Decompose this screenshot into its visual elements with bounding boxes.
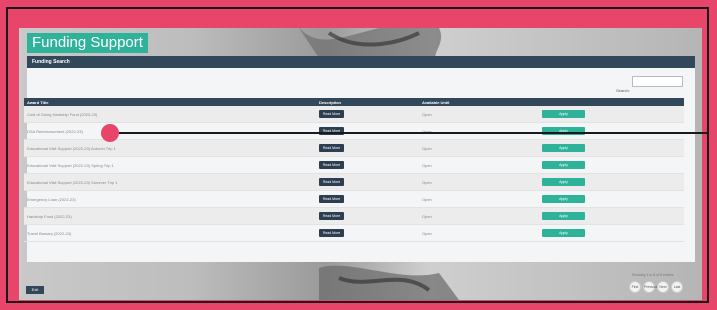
apply-button[interactable]: Apply — [542, 212, 585, 220]
availability: Open — [419, 173, 539, 191]
availability: Open — [419, 139, 539, 157]
availability: Open — [419, 156, 539, 174]
table-row: Travel Bursary (2022-23) Read More Open … — [24, 224, 684, 242]
read-more-button[interactable]: Read More — [319, 144, 344, 152]
exit-button[interactable]: Exit — [26, 286, 44, 294]
column-header-actions — [539, 98, 684, 106]
availability: Open — [419, 224, 539, 242]
read-more-button[interactable]: Read More — [319, 229, 344, 237]
table-row: DSA Reimbursement (2022-23) Read More Op… — [24, 122, 684, 140]
table-row: Emergency Loan (2022-23) Read More Open … — [24, 190, 684, 208]
award-title: Educational Visit Support (2022-23) Spri… — [24, 156, 316, 174]
entries-count: Showing 1 to 8 of 8 entries — [632, 273, 674, 277]
apply-button[interactable]: Apply — [542, 110, 585, 118]
table-row: Cost of Going Hardship Fund (2023-23) Re… — [24, 106, 684, 123]
pagination-first[interactable]: First — [629, 281, 641, 293]
award-title: Hardship Fund (2022-23) — [24, 207, 316, 225]
apply-button[interactable]: Apply — [542, 195, 585, 203]
award-title: DSA Reimbursement (2022-23) — [24, 122, 316, 140]
app-title: Funding Support — [27, 33, 148, 53]
table-header-row: Award Title Description Available Until — [24, 98, 684, 106]
column-header-available-until[interactable]: Available Until — [419, 98, 539, 106]
read-more-button[interactable]: Read More — [319, 110, 344, 118]
table-row: Educational Visit Support (2022-23) Autu… — [24, 139, 684, 157]
award-title: Educational Visit Support (2022-23) Autu… — [24, 139, 316, 157]
award-title: Emergency Loan (2022-23) — [24, 190, 316, 208]
panel-header: Funding Search — [27, 56, 695, 68]
read-more-button[interactable]: Read More — [319, 178, 344, 186]
read-more-button[interactable]: Read More — [319, 161, 344, 169]
award-title: Educational Visit Support (2022-23) Summ… — [24, 173, 316, 191]
read-more-button[interactable]: Read More — [319, 195, 344, 203]
read-more-button[interactable]: Read More — [319, 212, 344, 220]
column-header-award-title[interactable]: Award Title — [24, 98, 316, 106]
column-header-description[interactable]: Description — [316, 98, 419, 106]
award-title: Travel Bursary (2022-23) — [24, 224, 316, 242]
apply-button[interactable]: Apply — [542, 144, 585, 152]
pagination-previous[interactable]: Previous — [643, 281, 658, 293]
callout-dot — [101, 124, 119, 142]
awards-table: Award Title Description Available Until … — [24, 98, 684, 242]
search-input[interactable] — [632, 76, 683, 87]
pagination-next[interactable]: Next — [657, 281, 669, 293]
availability: Open — [419, 190, 539, 208]
apply-button[interactable]: Apply — [542, 229, 585, 237]
table-row: Educational Visit Support (2022-23) Summ… — [24, 173, 684, 191]
table-row: Hardship Fund (2022-23) Read More Open A… — [24, 207, 684, 225]
availability: Open — [419, 106, 539, 123]
table-row: Educational Visit Support (2022-23) Spri… — [24, 156, 684, 174]
pagination: First Previous Next Last — [629, 281, 683, 293]
pagination-last[interactable]: Last — [671, 281, 683, 293]
award-title: Cost of Going Hardship Fund (2023-23) — [24, 106, 316, 123]
availability: Open — [419, 122, 539, 140]
apply-button[interactable]: Apply — [542, 161, 585, 169]
app-screen: Funding Support Funding Search Search: A… — [19, 28, 702, 300]
search-label: Search: — [616, 88, 630, 93]
callout-line — [119, 132, 709, 134]
apply-button[interactable]: Apply — [542, 178, 585, 186]
availability: Open — [419, 207, 539, 225]
